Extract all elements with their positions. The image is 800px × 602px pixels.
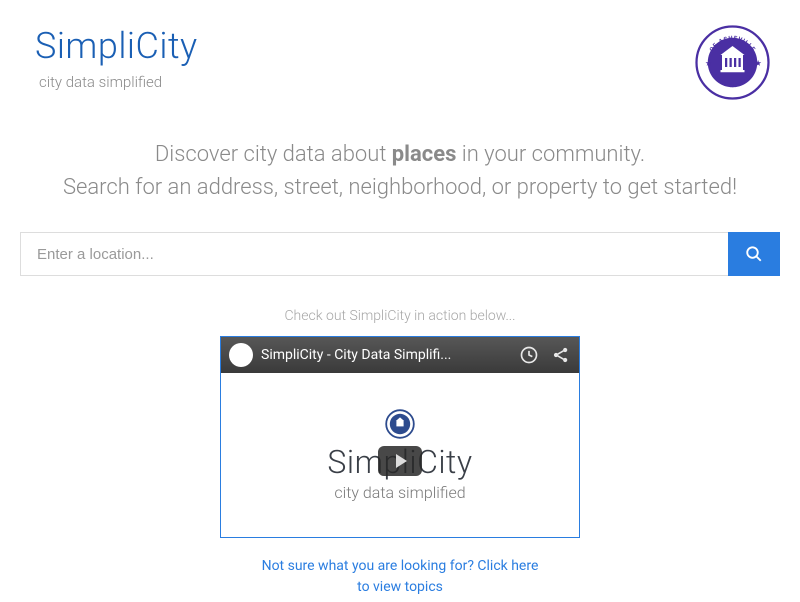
brand-tagline: city data simplified (39, 73, 198, 91)
view-topics-link[interactable]: Not sure what you are looking for? Click… (0, 556, 800, 598)
intro-text: Discover city data about places in your … (0, 138, 800, 204)
search-icon (745, 245, 763, 263)
search-button[interactable] (728, 232, 780, 276)
svg-text:★: ★ (755, 60, 762, 68)
channel-avatar-icon (229, 343, 253, 367)
video-caption: Check out SimpliCity in action below... (0, 308, 800, 324)
brand-title[interactable]: SimpliCity (35, 25, 198, 67)
brand-block: SimpliCity city data simplified (35, 25, 198, 91)
video-sub-text: city data simplified (334, 483, 465, 502)
intro-bold: places (392, 142, 457, 167)
search-row (20, 232, 780, 276)
video-title[interactable]: SimpliCity - City Data Simplifi... (261, 347, 511, 363)
location-search-input[interactable] (20, 232, 728, 276)
city-seal[interactable]: OF ASHEVILLE NORTH CAROLINA ★ ★ (695, 25, 770, 100)
video-body: SimpliCity city data simplified (221, 373, 579, 537)
video-header: SimpliCity - City Data Simplifi... (221, 337, 579, 373)
intro-line2: Search for an address, street, neighborh… (20, 171, 780, 204)
share-icon[interactable] (551, 345, 571, 365)
play-icon (396, 454, 407, 468)
video-logo-icon (385, 409, 415, 439)
watch-later-icon[interactable] (519, 345, 539, 365)
play-button[interactable] (378, 446, 422, 476)
intro-post: in your community. (456, 142, 645, 167)
svg-text:★: ★ (706, 60, 713, 68)
intro-pre: Discover city data about (155, 142, 392, 167)
video-embed[interactable]: SimpliCity - City Data Simplifi... Simpl… (220, 336, 580, 538)
